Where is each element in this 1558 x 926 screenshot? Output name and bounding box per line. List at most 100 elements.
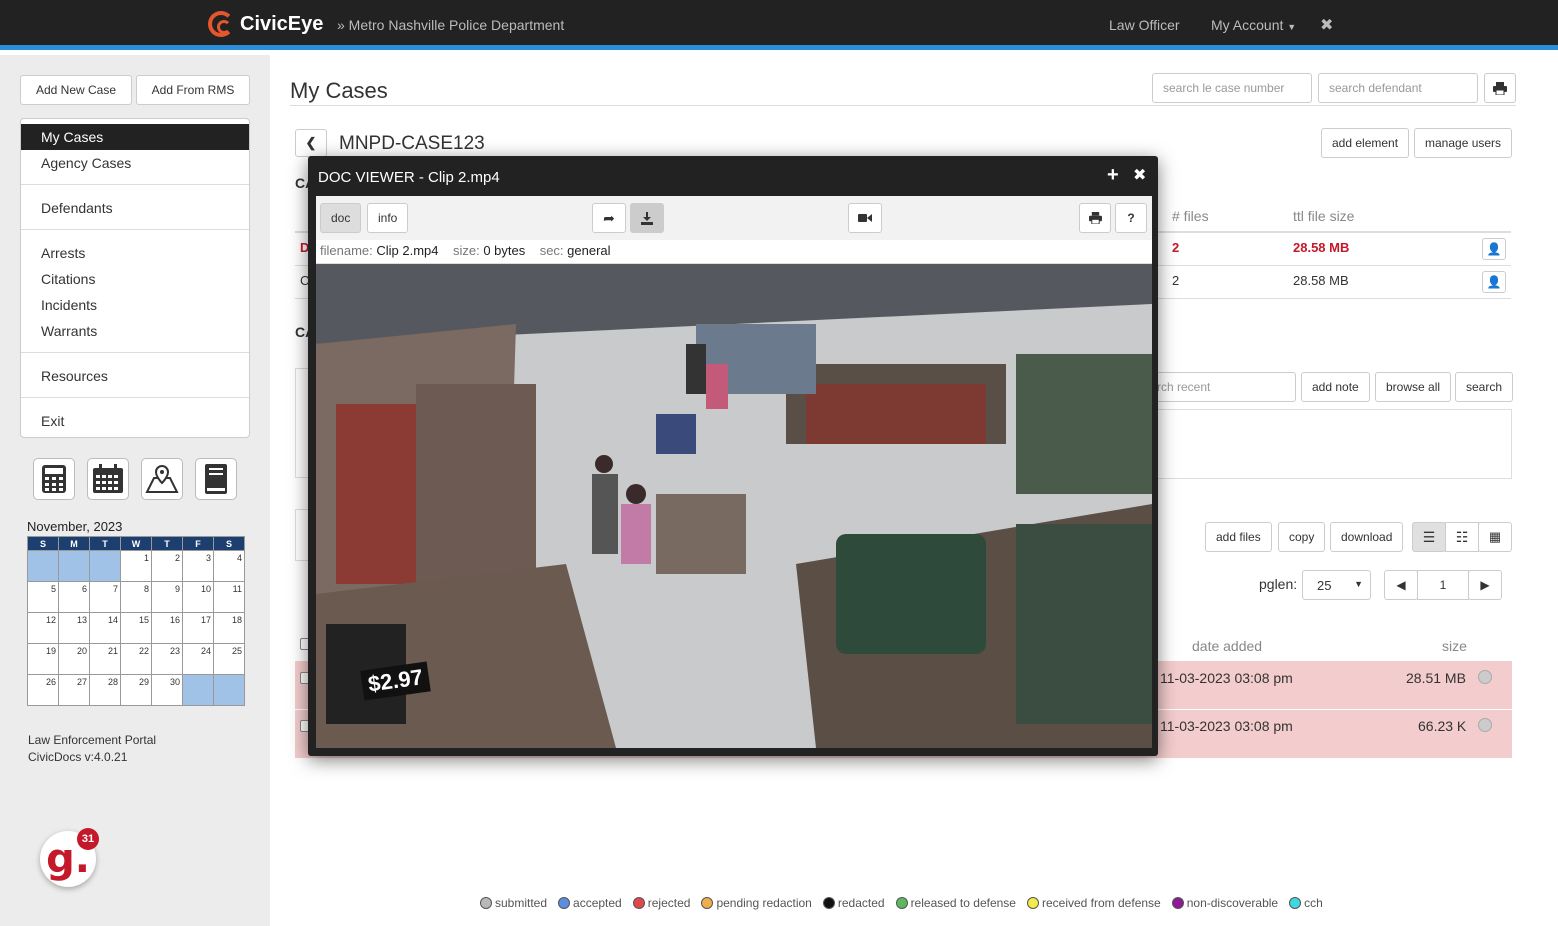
sidebar-item-exit[interactable]: Exit (21, 408, 249, 434)
calendar-day[interactable]: 7 (89, 581, 121, 613)
calendar-day[interactable]: 10 (182, 581, 214, 613)
view-detail-button[interactable]: ☷ (1445, 522, 1479, 552)
calendar-day[interactable]: 30 (151, 674, 183, 706)
calendar-icon[interactable] (87, 458, 129, 500)
back-button[interactable]: ❮ (295, 129, 327, 157)
map-icon[interactable] (141, 458, 183, 500)
calendar-day[interactable]: 28 (89, 674, 121, 706)
add-from-rms-button[interactable]: Add From RMS (136, 75, 250, 105)
calendar-day[interactable]: 22 (120, 643, 152, 675)
calendar-day[interactable]: 18 (213, 612, 245, 644)
calendar-day-header: W (120, 536, 152, 551)
tab-doc[interactable]: doc (320, 203, 362, 233)
role-link[interactable]: Law Officer (1109, 17, 1180, 33)
calendar-day[interactable]: 3 (182, 550, 214, 582)
book-icon[interactable] (195, 458, 237, 500)
search-case-number-input[interactable]: search le case number (1152, 73, 1312, 103)
legend-label: released to defense (910, 896, 1016, 910)
download-button[interactable]: download (1330, 522, 1404, 552)
download-button[interactable] (630, 203, 664, 233)
tab-info[interactable]: info (367, 203, 409, 233)
prev-page-button[interactable]: ◀ (1384, 570, 1418, 600)
sidebar-item-agency-cases[interactable]: Agency Cases (21, 150, 249, 176)
status-dot-submitted[interactable] (1478, 718, 1492, 732)
page-length-select[interactable]: 25 ▼ (1302, 570, 1371, 600)
column-date-added: date added (1192, 638, 1263, 654)
size-value: 0 bytes (483, 243, 526, 258)
search-defendant-input[interactable]: search defendant (1318, 73, 1478, 103)
video-button[interactable] (848, 203, 882, 233)
calendar-day[interactable]: 29 (120, 674, 152, 706)
share-icon: ➦ (603, 209, 615, 226)
calendar-day[interactable]: 20 (58, 643, 90, 675)
status-dot-submitted[interactable] (1478, 670, 1492, 684)
calculator-icon[interactable] (33, 458, 75, 500)
calendar-day-header: M (58, 536, 90, 551)
calendar-day[interactable]: 24 (182, 643, 214, 675)
calendar-day[interactable]: 14 (89, 612, 121, 644)
row-size: 28.58 MB (1293, 240, 1350, 255)
legend-dot (1289, 897, 1302, 909)
search-recent-input[interactable]: rch recent (1150, 372, 1296, 402)
sidebar-item-defendants[interactable]: Defendants (21, 195, 249, 221)
calendar-day[interactable]: 4 (213, 550, 245, 582)
sidebar-item-citations[interactable]: Citations (21, 266, 249, 292)
browse-all-button[interactable]: browse all (1375, 372, 1452, 402)
page-length-value: 25 (1317, 578, 1332, 593)
manage-users-button[interactable]: manage users (1414, 128, 1513, 158)
page-number-input[interactable]: 1 (1417, 570, 1469, 600)
close-icon[interactable]: ✖ (1133, 165, 1146, 185)
row-user-button[interactable]: 👤 (1482, 238, 1506, 260)
department-name: » Metro Nashville Police Department (337, 17, 565, 33)
calendar-day[interactable]: 15 (120, 612, 152, 644)
video-player[interactable]: $2.97 (316, 264, 1152, 748)
sidebar-item-arrests[interactable]: Arrests (21, 240, 249, 266)
legend-label: accepted (573, 896, 622, 910)
help-button[interactable]: ? (1115, 203, 1147, 233)
calendar-day[interactable]: 9 (151, 581, 183, 613)
print-button[interactable] (1079, 203, 1111, 233)
calendar-day[interactable]: 17 (182, 612, 214, 644)
add-note-button[interactable]: add note (1301, 372, 1370, 402)
calendar-day[interactable]: 19 (27, 643, 59, 675)
next-page-button[interactable]: ▶ (1468, 570, 1502, 600)
calendar-day-header: T (89, 536, 121, 551)
add-files-button[interactable]: add files (1205, 522, 1272, 552)
sidebar-item-incidents[interactable]: Incidents (21, 292, 249, 318)
calendar-day[interactable]: 25 (213, 643, 245, 675)
calendar-day[interactable]: 11 (213, 581, 245, 613)
calendar-day[interactable]: 1 (120, 550, 152, 582)
calendar-day[interactable]: 12 (27, 612, 59, 644)
add-element-button[interactable]: add element (1321, 128, 1410, 158)
my-account-dropdown[interactable]: My Account ▼ (1211, 17, 1296, 33)
row-user-button[interactable]: 👤 (1482, 271, 1506, 293)
expand-icon[interactable]: + (1107, 164, 1119, 187)
calendar-day[interactable]: 2 (151, 550, 183, 582)
sidebar-item-resources[interactable]: Resources (21, 363, 249, 389)
calendar-day[interactable]: 27 (58, 674, 90, 706)
search-button[interactable]: search (1455, 372, 1514, 402)
close-icon[interactable]: ✖ (1320, 15, 1333, 35)
calendar-day[interactable]: 16 (151, 612, 183, 644)
calendar-day[interactable]: 23 (151, 643, 183, 675)
row-files: 2 (1172, 273, 1180, 288)
view-grid-button[interactable]: ▦ (1478, 522, 1512, 552)
calendar-day[interactable]: 21 (89, 643, 121, 675)
calendar-day[interactable]: 8 (120, 581, 152, 613)
copy-button[interactable]: copy (1278, 522, 1326, 552)
civiceye-logo[interactable]: CivicEye (208, 11, 323, 37)
calendar-day[interactable]: 13 (58, 612, 90, 644)
calendar-day[interactable]: 26 (27, 674, 59, 706)
view-list-button[interactable]: ☰ (1412, 522, 1446, 552)
print-button[interactable] (1484, 73, 1516, 103)
legend-item: submitted (480, 896, 547, 910)
calendar-empty-cell (89, 550, 121, 582)
calendar-empty-cell (213, 674, 245, 706)
sidebar-item-warrants[interactable]: Warrants (21, 318, 249, 344)
calendar-day[interactable]: 5 (27, 581, 59, 613)
add-new-case-button[interactable]: Add New Case (20, 75, 132, 105)
share-button[interactable]: ➦ (592, 203, 626, 233)
sidebar-item-my-cases[interactable]: My Cases (21, 124, 249, 150)
legend-label: submitted (495, 896, 548, 910)
calendar-day[interactable]: 6 (58, 581, 90, 613)
